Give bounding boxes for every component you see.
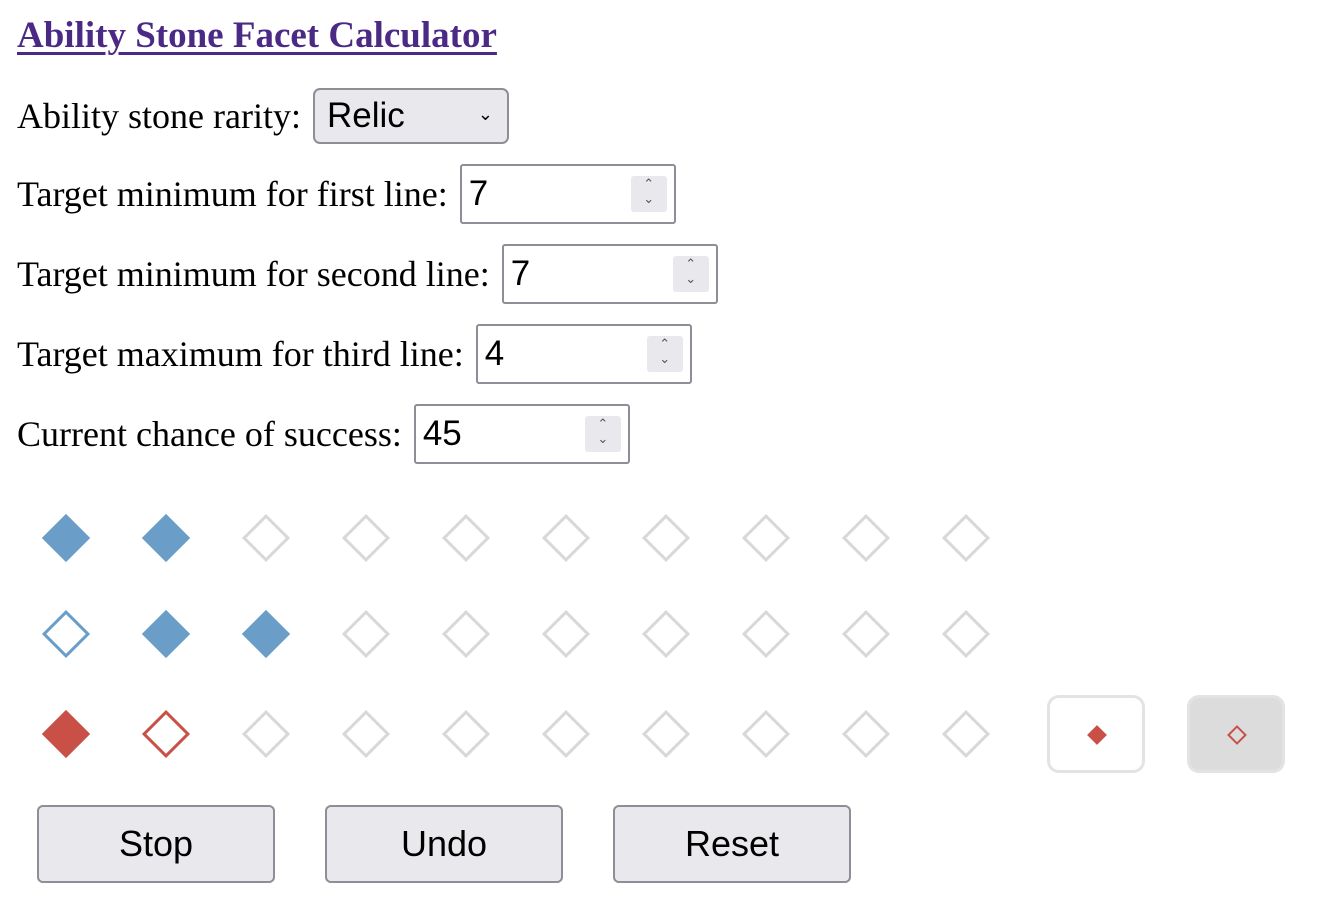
chance-input[interactable]: 45 ⌃ ⌄ bbox=[413, 404, 630, 464]
third-line-row: Target maximum for third line: 4 ⌃ ⌄ bbox=[17, 324, 692, 384]
facet-empty-diamond-icon bbox=[241, 709, 291, 759]
reset-button[interactable]: Reset bbox=[613, 805, 851, 883]
rarity-row: Ability stone rarity: Relic ⌄ bbox=[17, 86, 509, 146]
stop-button[interactable]: Stop bbox=[37, 805, 275, 883]
third-line-label: Target maximum for third line: bbox=[17, 334, 464, 374]
chance-label: Current chance of success: bbox=[17, 414, 402, 454]
second-line-label: Target minimum for second line: bbox=[17, 254, 490, 294]
spinner-icon[interactable]: ⌃ ⌄ bbox=[672, 256, 709, 292]
first-line-label: Target minimum for first line: bbox=[17, 174, 448, 214]
rarity-value: Relic bbox=[326, 96, 405, 135]
filled-diamond-icon bbox=[1087, 725, 1107, 745]
spinner-icon[interactable]: ⌃ ⌄ bbox=[646, 336, 683, 372]
page-title[interactable]: Ability Stone Facet Calculator bbox=[17, 14, 497, 57]
spinner-icon[interactable]: ⌃ ⌄ bbox=[584, 416, 621, 452]
facet-empty-diamond-icon bbox=[441, 513, 491, 563]
facet-empty-diamond-icon bbox=[741, 609, 791, 659]
facet-success-diamond-icon bbox=[41, 513, 91, 563]
chance-row: Current chance of success: 45 ⌃ ⌄ bbox=[17, 404, 630, 464]
facet-success-diamond-icon bbox=[241, 609, 291, 659]
facet-empty-diamond-icon bbox=[341, 513, 391, 563]
facet-empty-diamond-icon bbox=[641, 513, 691, 563]
spinner-icon[interactable]: ⌃ ⌄ bbox=[630, 176, 667, 212]
facet-empty-diamond-icon bbox=[541, 709, 591, 759]
select-success-button[interactable] bbox=[1047, 695, 1145, 773]
facet-empty-diamond-icon bbox=[941, 709, 991, 759]
facet-empty-diamond-icon bbox=[841, 513, 891, 563]
rarity-select[interactable]: Relic ⌄ bbox=[312, 88, 509, 144]
facet-empty-diamond-icon bbox=[841, 709, 891, 759]
rarity-label: Ability stone rarity: bbox=[17, 96, 301, 136]
facet-empty-diamond-icon bbox=[641, 709, 691, 759]
chevron-down-icon: ⌄ bbox=[477, 104, 493, 124]
facet-empty-diamond-icon bbox=[241, 513, 291, 563]
third-line-input[interactable]: 4 ⌃ ⌄ bbox=[475, 324, 692, 384]
facet-empty-diamond-icon bbox=[541, 513, 591, 563]
second-line-row: Target minimum for second line: 7 ⌃ ⌄ bbox=[17, 244, 718, 304]
facet-empty-diamond-icon bbox=[641, 609, 691, 659]
facet-success-diamond-icon bbox=[141, 513, 191, 563]
facet-empty-diamond-icon bbox=[541, 609, 591, 659]
outline-diamond-icon bbox=[1227, 725, 1247, 745]
facet-empty-diamond-icon bbox=[341, 609, 391, 659]
facet-fail-diamond-icon bbox=[41, 609, 91, 659]
second-line-input[interactable]: 7 ⌃ ⌄ bbox=[501, 244, 718, 304]
facet-empty-diamond-icon bbox=[941, 513, 991, 563]
undo-button[interactable]: Undo bbox=[325, 805, 563, 883]
first-line-input[interactable]: 7 ⌃ ⌄ bbox=[459, 164, 676, 224]
facet-empty-diamond-icon bbox=[441, 709, 491, 759]
first-line-row: Target minimum for first line: 7 ⌃ ⌄ bbox=[17, 164, 676, 224]
facet-empty-diamond-icon bbox=[941, 609, 991, 659]
third-line-value: 4 bbox=[484, 334, 505, 373]
select-fail-button[interactable] bbox=[1187, 695, 1285, 773]
facet-empty-diamond-icon bbox=[841, 609, 891, 659]
second-line-value: 7 bbox=[510, 254, 531, 293]
facet-success-diamond-icon bbox=[141, 609, 191, 659]
facet-fail-diamond-icon bbox=[141, 709, 191, 759]
facet-success-diamond-icon bbox=[41, 709, 91, 759]
facet-empty-diamond-icon bbox=[741, 513, 791, 563]
facet-empty-diamond-icon bbox=[441, 609, 491, 659]
facet-empty-diamond-icon bbox=[341, 709, 391, 759]
facet-empty-diamond-icon bbox=[741, 709, 791, 759]
first-line-value: 7 bbox=[468, 174, 489, 213]
chance-value: 45 bbox=[422, 414, 462, 453]
